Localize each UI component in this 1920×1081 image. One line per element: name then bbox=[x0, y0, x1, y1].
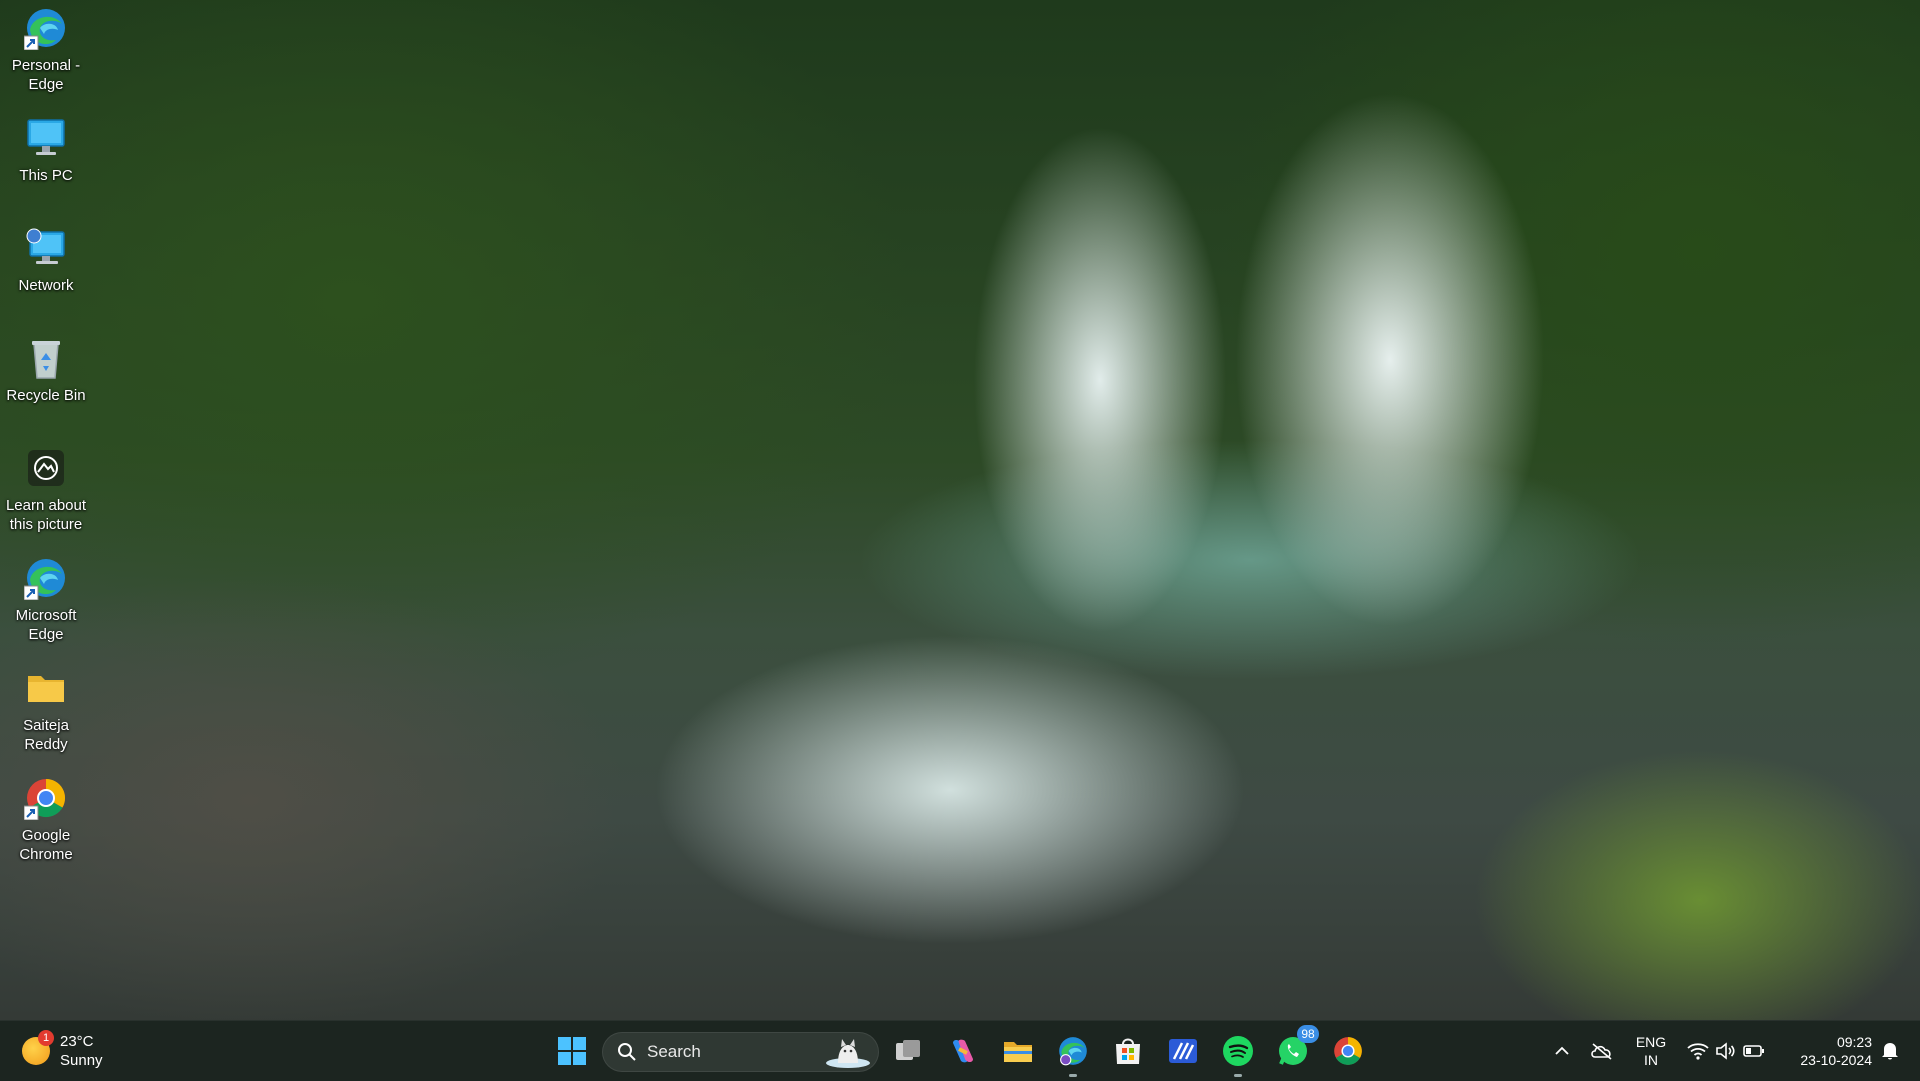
desktop-icon-learn-about-picture[interactable]: Learn about this picture bbox=[0, 446, 92, 534]
weather-condition: Sunny bbox=[60, 1052, 103, 1069]
recycle-bin-icon bbox=[32, 341, 60, 379]
network-icon bbox=[26, 228, 65, 264]
whatsapp-button[interactable]: 98 bbox=[1273, 1025, 1319, 1071]
folder-icon bbox=[1004, 1042, 1032, 1062]
clock-button[interactable]: 09:23 23-10-2024 bbox=[1780, 1021, 1872, 1081]
search-highlight-cat-icon bbox=[826, 1039, 870, 1068]
running-indicator bbox=[1234, 1074, 1242, 1077]
desktop-icon-label: This PC bbox=[19, 167, 73, 184]
running-indicator bbox=[1069, 1074, 1077, 1077]
desktop-icon-personal-edge[interactable]: Personal - Edge bbox=[0, 6, 92, 94]
desktop-icon-label: Personal - Edge bbox=[11, 57, 81, 93]
volume-icon bbox=[1716, 1042, 1735, 1060]
desktop-icon-label: Learn about this picture bbox=[5, 497, 87, 533]
desktop-icon-label: Google Chrome bbox=[19, 827, 73, 863]
monitor-icon bbox=[27, 119, 65, 155]
desktop-icon-label: Microsoft Edge bbox=[15, 607, 77, 643]
chrome-icon bbox=[1334, 1037, 1362, 1065]
input-language-button[interactable]: ENG IN bbox=[1628, 1021, 1674, 1081]
notifications-button[interactable] bbox=[1876, 1021, 1904, 1081]
edge-taskbar-button[interactable] bbox=[1053, 1031, 1093, 1077]
region-code: IN bbox=[1644, 1052, 1658, 1068]
camera-icon bbox=[28, 450, 64, 486]
edge-icon bbox=[24, 9, 65, 50]
clock-date: 23-10-2024 bbox=[1800, 1052, 1872, 1068]
search-label: Search bbox=[647, 1042, 701, 1061]
spotify-button[interactable] bbox=[1218, 1031, 1258, 1077]
edge-icon bbox=[1059, 1037, 1087, 1066]
windows-logo-icon bbox=[558, 1037, 586, 1065]
desktop-icon-google-chrome[interactable]: Google Chrome bbox=[0, 776, 92, 864]
whatsapp-unread-badge: 98 bbox=[1297, 1025, 1319, 1043]
desktop-icon-label: Network bbox=[18, 277, 74, 294]
chrome-icon bbox=[24, 778, 66, 820]
desktop-icon-microsoft-edge[interactable]: Microsoft Edge bbox=[0, 556, 92, 644]
slash-app-icon bbox=[1169, 1039, 1197, 1063]
weather-widget[interactable]: 1 23°C Sunny bbox=[22, 1029, 103, 1073]
copilot-icon bbox=[953, 1039, 973, 1063]
bell-icon bbox=[1882, 1043, 1898, 1060]
task-view-icon bbox=[896, 1040, 920, 1060]
desktop-icon-label: Saiteja Reddy bbox=[23, 717, 69, 753]
edge-icon bbox=[24, 559, 65, 600]
taskbar: 1 23°C Sunny Search 98 ENG IN 09:23 23-1… bbox=[0, 1020, 1920, 1081]
desktop-icon-recycle-bin[interactable]: Recycle Bin bbox=[0, 336, 92, 405]
task-view-button[interactable] bbox=[888, 1031, 928, 1071]
language-code: ENG bbox=[1635, 1034, 1667, 1050]
chrome-taskbar-button[interactable] bbox=[1328, 1031, 1368, 1071]
battery-icon bbox=[1743, 1045, 1764, 1057]
search-icon bbox=[618, 1043, 636, 1061]
desktop-wallpaper: Personal - Edge This PC Network Recycle … bbox=[0, 0, 1920, 1020]
desktop-icon-label: Recycle Bin bbox=[6, 387, 86, 404]
weather-notification-badge: 1 bbox=[38, 1030, 54, 1046]
file-explorer-button[interactable] bbox=[998, 1031, 1038, 1071]
onedrive-status-button[interactable] bbox=[1587, 1021, 1617, 1081]
weather-temperature: 23°C bbox=[60, 1033, 94, 1050]
store-icon bbox=[1116, 1038, 1140, 1064]
desktop-icon-saiteja-reddy[interactable]: Saiteja Reddy bbox=[0, 666, 92, 754]
quick-settings-button[interactable] bbox=[1684, 1021, 1768, 1081]
clock-time: 09:23 bbox=[1836, 1034, 1872, 1050]
sun-icon: 1 bbox=[22, 1030, 54, 1065]
copilot-button[interactable] bbox=[943, 1031, 983, 1071]
show-hidden-icons-button[interactable] bbox=[1548, 1021, 1576, 1081]
microsoft-store-button[interactable] bbox=[1108, 1031, 1148, 1071]
folder-icon bbox=[28, 676, 64, 702]
desktop-icon-network[interactable]: Network bbox=[0, 226, 92, 295]
spotify-icon bbox=[1223, 1036, 1253, 1066]
cloud-off-icon bbox=[1591, 1043, 1612, 1060]
slash-app-button[interactable] bbox=[1163, 1031, 1203, 1071]
wifi-icon bbox=[1687, 1043, 1709, 1060]
start-button[interactable] bbox=[552, 1031, 592, 1071]
taskbar-search[interactable]: Search bbox=[602, 1032, 879, 1072]
desktop-icon-this-pc[interactable]: This PC bbox=[0, 116, 92, 185]
chevron-up-icon bbox=[1555, 1046, 1569, 1055]
